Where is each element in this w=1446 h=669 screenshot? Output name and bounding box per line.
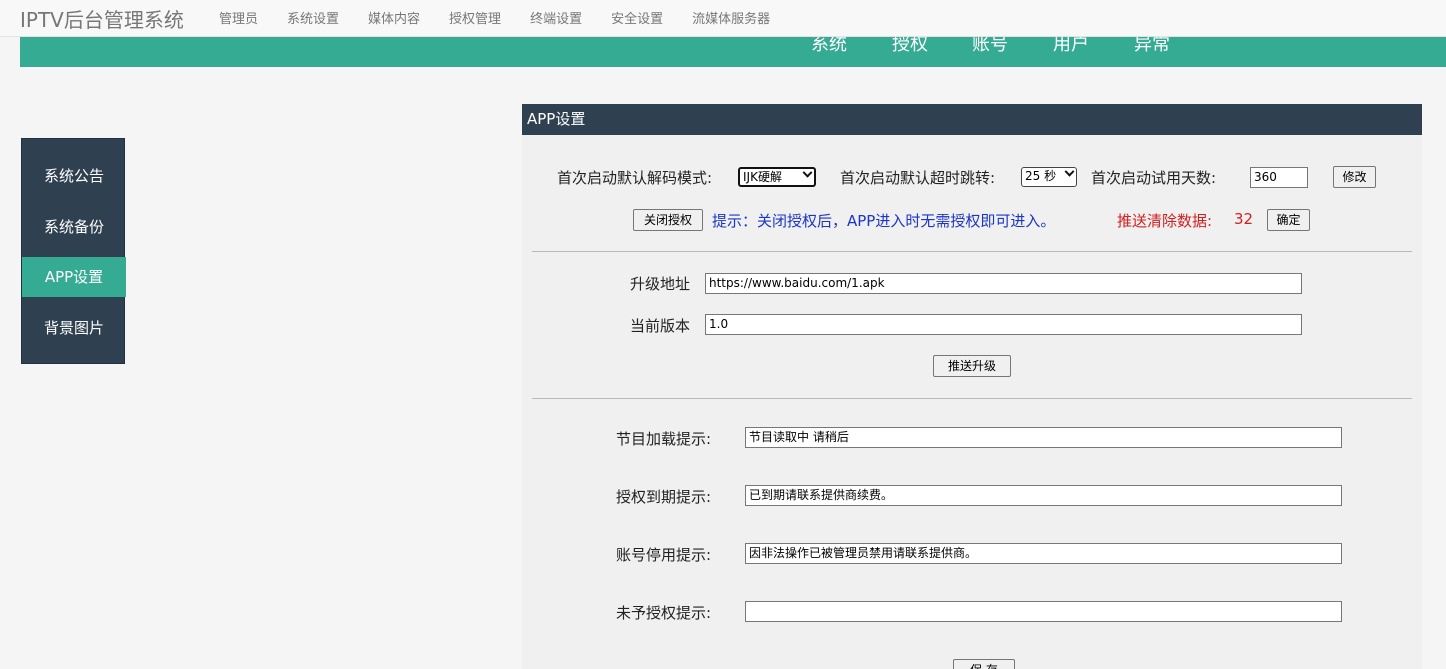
app-title[interactable]: IPTV后台管理系统 xyxy=(20,4,184,33)
expired-hint-input[interactable]: 已到期请联系提供商续费。 xyxy=(745,485,1342,506)
timeout-value: 25 秒 xyxy=(1025,169,1057,183)
trial-days-input[interactable]: 360 xyxy=(1250,167,1308,188)
disabled-hint-label: 账号停用提示: xyxy=(616,546,712,564)
push-clear-label: 推送清除数据: xyxy=(1117,212,1213,230)
sidebar-item-app-settings[interactable]: APP设置 xyxy=(22,257,126,297)
panel-title: APP设置 xyxy=(522,104,1422,135)
decode-mode-label: 首次启动默认解码模式: xyxy=(557,169,713,187)
nav-item-streaming-server[interactable]: 流媒体服务器 xyxy=(692,8,770,27)
current-version-label: 当前版本 xyxy=(630,317,691,335)
sidebar: 系统公告 系统备份 APP设置 背景图片 xyxy=(21,138,126,364)
nav-item-system-settings[interactable]: 系统设置 xyxy=(287,8,339,27)
disabled-hint-input[interactable]: 因非法操作已被管理员禁用请联系提供商。 xyxy=(745,543,1342,564)
push-upgrade-button[interactable]: 推送升级 xyxy=(933,355,1011,377)
nav-item-auth-management[interactable]: 授权管理 xyxy=(449,8,501,27)
nav-item-media-content[interactable]: 媒体内容 xyxy=(368,8,420,27)
app-settings-panel: 首次启动默认解码模式: IJK硬解 首次启动默认超时跳转: 25 秒 首次启动试… xyxy=(522,135,1422,669)
loading-hint-label: 节目加载提示: xyxy=(616,430,712,448)
chevron-down-icon xyxy=(802,167,813,178)
expired-hint-label: 授权到期提示: xyxy=(616,488,712,506)
save-button[interactable]: 保 存 xyxy=(953,659,1015,669)
sidebar-item-backup[interactable]: 系统备份 xyxy=(22,207,126,247)
loading-hint-input[interactable]: 节目读取中 请稍后 xyxy=(745,427,1342,448)
push-clear-value: 32 xyxy=(1234,210,1254,228)
close-auth-hint: 提示：关闭授权后，APP进入时无需授权即可进入。 xyxy=(712,212,1056,230)
chevron-down-icon xyxy=(1064,166,1075,177)
decode-mode-select[interactable]: IJK硬解 xyxy=(738,167,816,187)
divider xyxy=(532,398,1412,399)
timeout-select[interactable]: 25 秒 xyxy=(1021,166,1077,187)
divider xyxy=(532,251,1412,252)
nav-item-terminal-settings[interactable]: 终端设置 xyxy=(530,8,582,27)
sidebar-item-background[interactable]: 背景图片 xyxy=(22,308,126,348)
unauth-hint-input[interactable] xyxy=(745,601,1342,622)
top-navbar: IPTV后台管理系统 管理员 系统设置 媒体内容 授权管理 终端设置 安全设置 … xyxy=(0,0,1446,37)
sidebar-item-announcement[interactable]: 系统公告 xyxy=(22,156,126,196)
upgrade-url-label: 升级地址 xyxy=(630,275,691,293)
modify-button[interactable]: 修改 xyxy=(1333,166,1376,188)
nav-item-admin[interactable]: 管理员 xyxy=(219,8,258,27)
current-version-input[interactable]: 1.0 xyxy=(705,314,1302,335)
decode-mode-value: IJK硬解 xyxy=(743,170,782,184)
timeout-label: 首次启动默认超时跳转: xyxy=(840,169,996,187)
unauth-hint-label: 未予授权提示: xyxy=(616,604,712,622)
top-nav-menu: 管理员 系统设置 媒体内容 授权管理 终端设置 安全设置 流媒体服务器 xyxy=(219,8,799,27)
close-auth-button[interactable]: 关闭授权 xyxy=(633,209,703,231)
upgrade-url-input[interactable]: https://www.baidu.com/1.apk xyxy=(705,273,1302,294)
nav-item-security-settings[interactable]: 安全设置 xyxy=(611,8,663,27)
trial-days-label: 首次启动试用天数: xyxy=(1091,169,1217,187)
confirm-button[interactable]: 确定 xyxy=(1267,209,1310,231)
